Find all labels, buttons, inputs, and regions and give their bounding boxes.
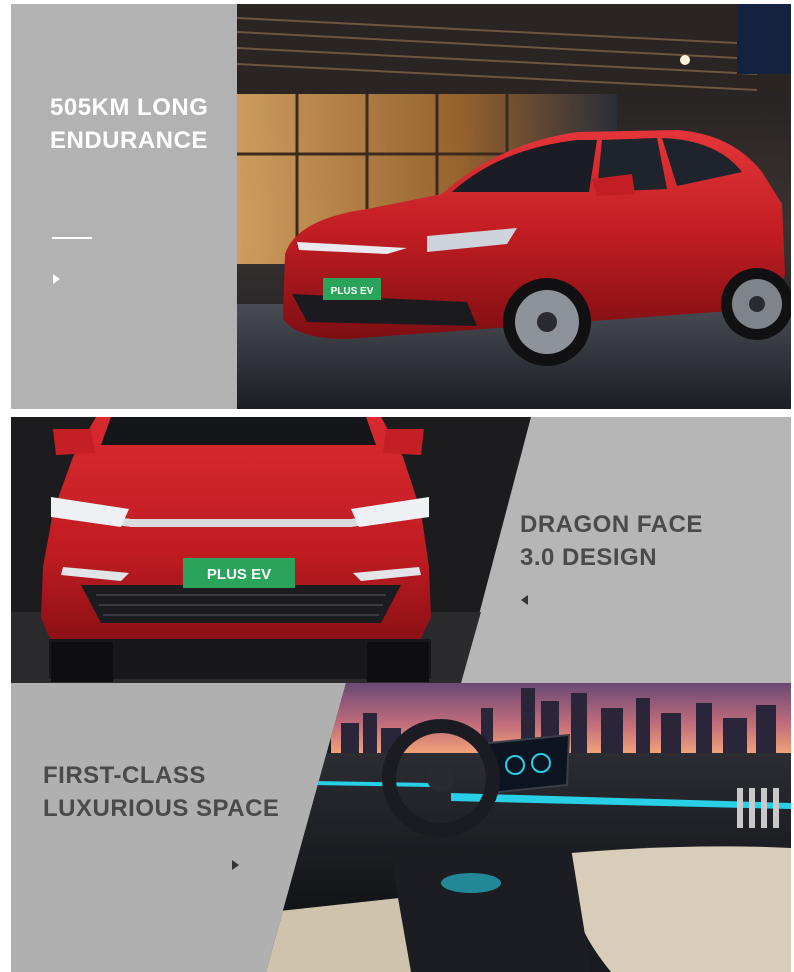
dragon-face-title: DRAGON FACE 3.0 DESIGN [520,508,703,574]
play-right-icon[interactable] [232,860,239,870]
dragon-face-banner: PLUS EV DRAGON FACE 3.0 DESIGN [11,417,791,683]
title-divider [52,237,92,239]
interior-photo [11,683,791,972]
endurance-banner: PLUS EV 505KM LONG ENDURANCE [11,4,791,409]
luxurious-space-title-line2: LUXURIOUS SPACE [43,795,280,822]
luxurious-space-banner: FIRST-CLASS LUXURIOUS SPACE [11,683,791,972]
dragon-face-title-line1: DRAGON FACE [520,511,703,538]
play-left-icon[interactable] [521,595,528,605]
endurance-text-panel [11,4,237,409]
endurance-title-line2: ENDURANCE [50,127,208,154]
front-plate-text: PLUS EV [207,566,271,583]
luxurious-space-title-line1: FIRST-CLASS [43,762,206,789]
endurance-title: 505KM LONG ENDURANCE [50,91,208,157]
plate-text: PLUS EV [331,286,374,297]
luxurious-space-title: FIRST-CLASS LUXURIOUS SPACE [43,759,279,825]
endurance-title-line1: 505KM LONG [50,94,209,121]
dragon-face-title-line2: 3.0 DESIGN [520,544,658,571]
play-right-icon[interactable] [53,274,60,284]
car-side-photo: PLUS EV [237,4,791,409]
